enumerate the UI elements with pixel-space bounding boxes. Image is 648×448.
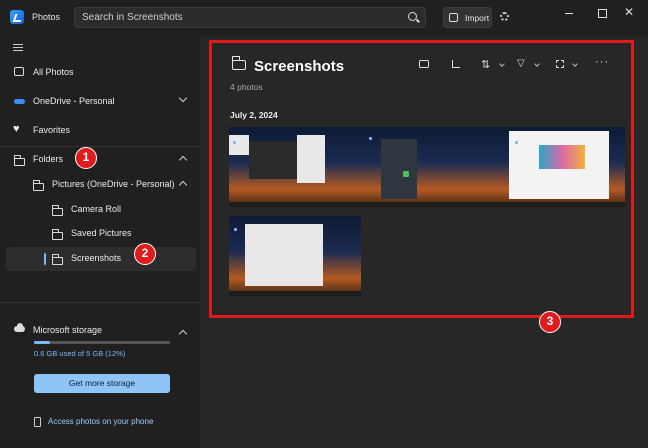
minimize-icon[interactable]	[565, 13, 573, 14]
import-label: Import	[465, 13, 490, 23]
sidebar-label: OneDrive - Personal	[33, 96, 115, 106]
storage-progress-fill	[34, 341, 51, 344]
cloud-icon	[14, 323, 25, 332]
storage-progress-bar	[34, 341, 170, 344]
sidebar-label: All Photos	[33, 67, 74, 77]
chevron-up-icon[interactable]	[178, 180, 188, 190]
phone-icon	[34, 417, 41, 427]
annotation-highlight-box	[209, 40, 634, 318]
sidebar-item-onedrive[interactable]: OneDrive - Personal	[6, 90, 196, 114]
photos-app-icon	[10, 10, 24, 24]
sidebar-label: Pictures (OneDrive - Personal)	[52, 179, 175, 189]
sidebar-item-pictures-onedrive[interactable]: Pictures (OneDrive - Personal)	[6, 173, 196, 197]
sidebar-divider	[0, 146, 200, 147]
app-title: Photos	[32, 12, 61, 22]
folder-icon	[52, 229, 63, 240]
search-icon[interactable]	[408, 12, 417, 21]
access-photos-phone-link[interactable]: Access photos on your phone	[48, 417, 153, 426]
import-button[interactable]: Import	[443, 7, 492, 28]
sidebar-divider	[0, 302, 200, 303]
folder-icon	[52, 205, 63, 216]
folder-icon	[14, 155, 25, 166]
chevron-down-icon[interactable]	[178, 93, 188, 103]
search-input[interactable]: Search in Screenshots	[74, 7, 426, 28]
hamburger-menu-icon[interactable]	[13, 44, 23, 45]
selection-indicator	[44, 253, 46, 265]
import-icon	[449, 13, 458, 22]
sidebar-item-folders[interactable]: Folders	[6, 148, 196, 172]
image-icon	[14, 67, 24, 76]
photos-window: Photos Search in Screenshots Import ✕ Al…	[0, 0, 648, 448]
folder-icon	[33, 180, 44, 191]
sidebar-item-saved-pictures[interactable]: Saved Pictures	[6, 222, 196, 246]
maximize-icon[interactable]	[598, 9, 607, 18]
storage-usage-text: 0.6 GB used of 5 GB (12%)	[34, 349, 126, 358]
sidebar: All Photos OneDrive - Personal ♥ Favorit…	[0, 36, 200, 448]
sidebar-label: Saved Pictures	[71, 228, 132, 238]
sidebar-item-all-photos[interactable]: All Photos	[6, 61, 196, 85]
sidebar-label: Favorites	[33, 125, 71, 135]
onedrive-cloud-icon	[14, 99, 25, 104]
sidebar-item-screenshots[interactable]: Screenshots	[6, 247, 196, 271]
sidebar-item-favorites[interactable]: ♥ Favorites	[6, 119, 196, 143]
sidebar-label: Camera Roll	[71, 204, 122, 214]
sidebar-item-camera-roll[interactable]: Camera Roll	[6, 198, 196, 222]
sidebar-label: Folders	[33, 154, 64, 164]
title-bar: Photos Search in Screenshots Import ✕	[0, 0, 648, 36]
chevron-up-icon[interactable]	[178, 155, 188, 165]
annotation-badge-3: 3	[539, 311, 561, 333]
close-icon[interactable]: ✕	[624, 5, 634, 19]
heart-icon: ♥	[13, 123, 20, 135]
chevron-up-icon[interactable]	[178, 329, 188, 339]
search-placeholder: Search in Screenshots	[82, 12, 183, 23]
annotation-badge-2: 2	[134, 243, 156, 265]
folder-icon	[52, 254, 63, 265]
annotation-badge-1: 1	[75, 147, 97, 169]
gear-icon[interactable]	[500, 12, 509, 21]
sidebar-label: Screenshots	[71, 253, 122, 263]
get-more-storage-button[interactable]: Get more storage	[34, 374, 170, 393]
main-content: Screenshots 4 photos ⇅ ▽ ··· July 2, 202…	[200, 36, 648, 448]
storage-title: Microsoft storage	[33, 325, 103, 335]
